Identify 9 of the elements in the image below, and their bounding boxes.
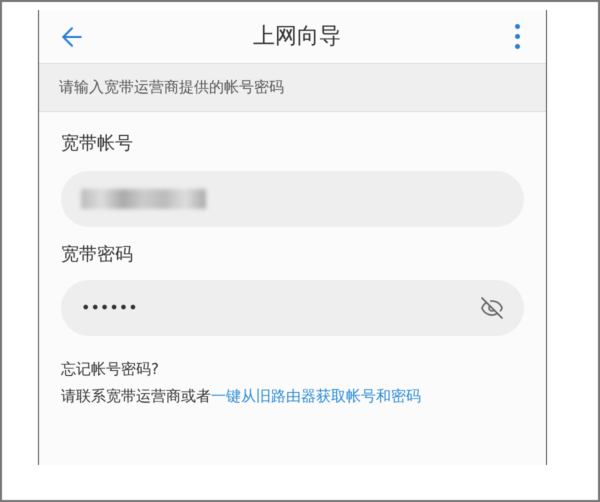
field-label: 宽带帐号 — [61, 132, 134, 156]
notice-bar: 请输入宽带运营商提供的帐号密码 — [39, 64, 546, 112]
help-text: 请联系宽带运营商或者一键从旧路由器获取帐号和密码 — [61, 386, 422, 406]
eye-off-icon[interactable] — [480, 296, 504, 320]
help-title: 忘记帐号密码? — [61, 359, 160, 380]
field-label: 宽带密码 — [61, 243, 134, 267]
password-field[interactable]: •••••• — [61, 280, 524, 336]
window-title: 上网向导 — [253, 23, 341, 51]
retrieve-link[interactable]: 一键从旧路由器获取帐号和密码 — [211, 386, 421, 404]
